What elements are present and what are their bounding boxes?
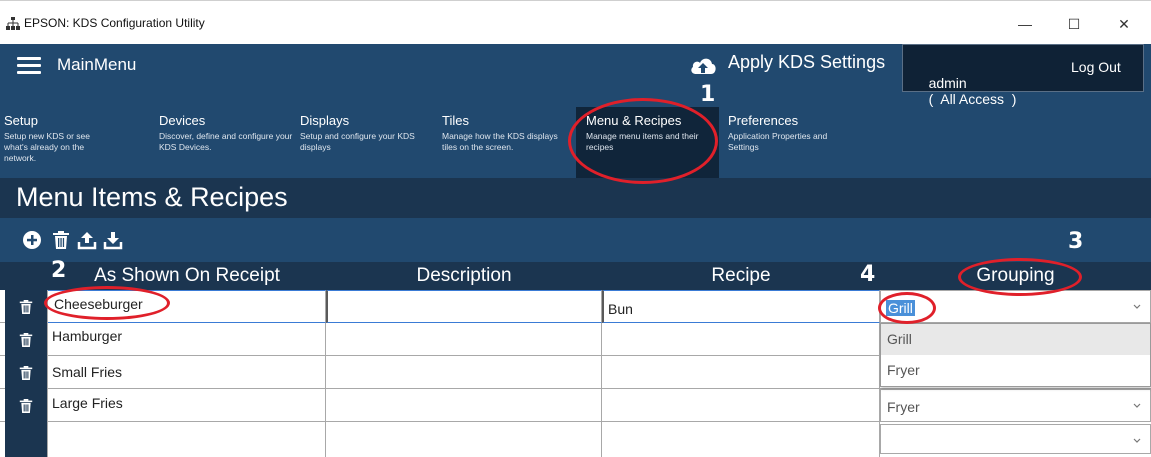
delete-row-button[interactable] xyxy=(5,323,48,356)
column-header-description[interactable]: Description xyxy=(326,265,602,287)
export-button[interactable] xyxy=(77,230,97,250)
hamburger-menu-icon[interactable] xyxy=(17,57,41,77)
nav-title: Displays xyxy=(300,113,350,128)
nav-title: Preferences xyxy=(728,113,799,128)
recipe-cell[interactable]: Bun xyxy=(602,290,880,323)
recipe-cell[interactable] xyxy=(602,323,880,356)
page-title-band: Menu Items & Recipes xyxy=(0,178,1151,218)
grouping-select[interactable]: Fryer xyxy=(880,389,1151,422)
description-cell[interactable] xyxy=(326,290,602,323)
chevron-down-icon xyxy=(1133,304,1141,309)
add-circle-icon xyxy=(23,231,41,249)
grouping-select[interactable] xyxy=(880,424,1151,454)
column-header-receipt[interactable]: As Shown On Receipt xyxy=(48,265,326,287)
nav-title: Tiles xyxy=(442,113,469,128)
window-titlebar: EPSON: KDS Configuration Utility — ☐ ✕ xyxy=(0,0,1151,44)
grouping-dropdown-list: Grill Fryer xyxy=(880,323,1151,387)
dropdown-option-fryer[interactable]: Fryer xyxy=(881,355,1150,386)
nav-setup[interactable]: Setup Setup new KDS or see what's alread… xyxy=(4,107,144,178)
menu-items-table: Cheeseburger Bun Grill Hamburger Small F… xyxy=(0,290,1151,457)
nav-description: Application Properties and Settings xyxy=(728,131,828,152)
recipe-cell[interactable] xyxy=(602,389,880,422)
upload-icon xyxy=(77,232,97,250)
table-row-new[interactable] xyxy=(0,422,1151,457)
nav-title: Setup xyxy=(4,113,38,128)
recipe-cell[interactable] xyxy=(602,356,880,389)
table-header: As Shown On Receipt Description Recipe G… xyxy=(0,262,1151,290)
import-button[interactable] xyxy=(103,230,123,250)
new-row-marker xyxy=(5,422,48,457)
close-button[interactable]: ✕ xyxy=(1102,9,1146,39)
annotation-number: 3 xyxy=(1068,229,1084,254)
nav-title: Menu & Recipes xyxy=(586,113,682,128)
receipt-name-cell[interactable]: Cheeseburger xyxy=(48,290,326,323)
annotation-number: 4 xyxy=(860,262,876,287)
nav-displays[interactable]: Displays Setup and configure your KDS di… xyxy=(300,107,440,178)
main-menu-label[interactable]: MainMenu xyxy=(57,55,136,75)
delete-row-button[interactable] xyxy=(5,356,48,389)
nav-description: Manage menu items and their recipes xyxy=(586,131,699,152)
delete-row-button[interactable] xyxy=(5,389,48,422)
apply-kds-settings-button[interactable]: Apply KDS Settings xyxy=(728,52,885,73)
description-cell[interactable] xyxy=(326,389,602,422)
receipt-name-cell[interactable]: Large Fries xyxy=(48,389,326,422)
username: admin xyxy=(928,75,967,91)
receipt-name-cell[interactable]: Hamburger xyxy=(48,323,326,356)
user-panel: admin ( All Access ) Log Out xyxy=(902,44,1144,107)
annotation-number: 2 xyxy=(51,258,67,283)
nav-devices[interactable]: Devices Discover, define and configure y… xyxy=(159,107,299,178)
description-cell[interactable] xyxy=(326,356,602,389)
chevron-down-icon xyxy=(1133,403,1141,408)
grouping-value: Fryer xyxy=(887,399,920,415)
add-item-button[interactable] xyxy=(22,230,42,250)
nav-description: Setup new KDS or see what's already on t… xyxy=(4,131,90,163)
cloud-upload-icon[interactable] xyxy=(689,54,717,76)
trash-icon xyxy=(19,332,33,347)
receipt-name-cell[interactable]: Small Fries xyxy=(48,356,326,389)
table-row[interactable]: Large Fries Fryer xyxy=(0,389,1151,422)
grouping-value: Grill xyxy=(886,300,915,316)
column-header-recipe[interactable]: Recipe xyxy=(602,265,880,287)
nav-title: Devices xyxy=(159,113,206,128)
trash-icon xyxy=(53,231,69,249)
toolbar xyxy=(0,218,1151,262)
trash-icon xyxy=(19,398,33,413)
access-level: ( All Access ) xyxy=(928,91,1017,107)
logout-button[interactable]: Log Out xyxy=(1071,59,1121,75)
column-header-grouping[interactable]: Grouping xyxy=(880,265,1151,287)
delete-row-button[interactable] xyxy=(5,290,48,323)
page-title: Menu Items & Recipes xyxy=(16,182,288,212)
description-cell[interactable] xyxy=(326,323,602,356)
trash-icon xyxy=(19,365,33,380)
window-title: EPSON: KDS Configuration Utility xyxy=(24,16,205,30)
nav-menu-recipes[interactable]: Menu & Recipes Manage menu items and the… xyxy=(576,107,719,178)
dropdown-option-grill[interactable]: Grill xyxy=(881,324,1150,355)
trash-icon xyxy=(19,299,33,314)
receipt-name-cell[interactable] xyxy=(48,422,326,457)
chevron-down-icon xyxy=(1133,438,1141,443)
nav-description: Manage how the KDS displays tiles on the… xyxy=(442,131,558,152)
description-cell[interactable] xyxy=(326,422,602,457)
delete-all-button[interactable] xyxy=(51,230,71,250)
download-icon xyxy=(103,232,123,250)
annotation-number: 1 xyxy=(700,82,716,107)
nav-preferences[interactable]: Preferences Application Properties and S… xyxy=(728,107,868,178)
network-app-icon xyxy=(6,17,20,30)
minimize-button[interactable]: — xyxy=(1003,9,1047,39)
nav-description: Setup and configure your KDS displays xyxy=(300,131,415,152)
grouping-select[interactable]: Grill xyxy=(880,290,1151,323)
nav-tiles[interactable]: Tiles Manage how the KDS displays tiles … xyxy=(442,107,577,178)
nav-description: Discover, define and configure your KDS … xyxy=(159,131,293,152)
table-row[interactable]: Cheeseburger Bun Grill xyxy=(0,290,1151,323)
maximize-button[interactable]: ☐ xyxy=(1052,9,1096,39)
recipe-cell[interactable] xyxy=(602,422,880,457)
